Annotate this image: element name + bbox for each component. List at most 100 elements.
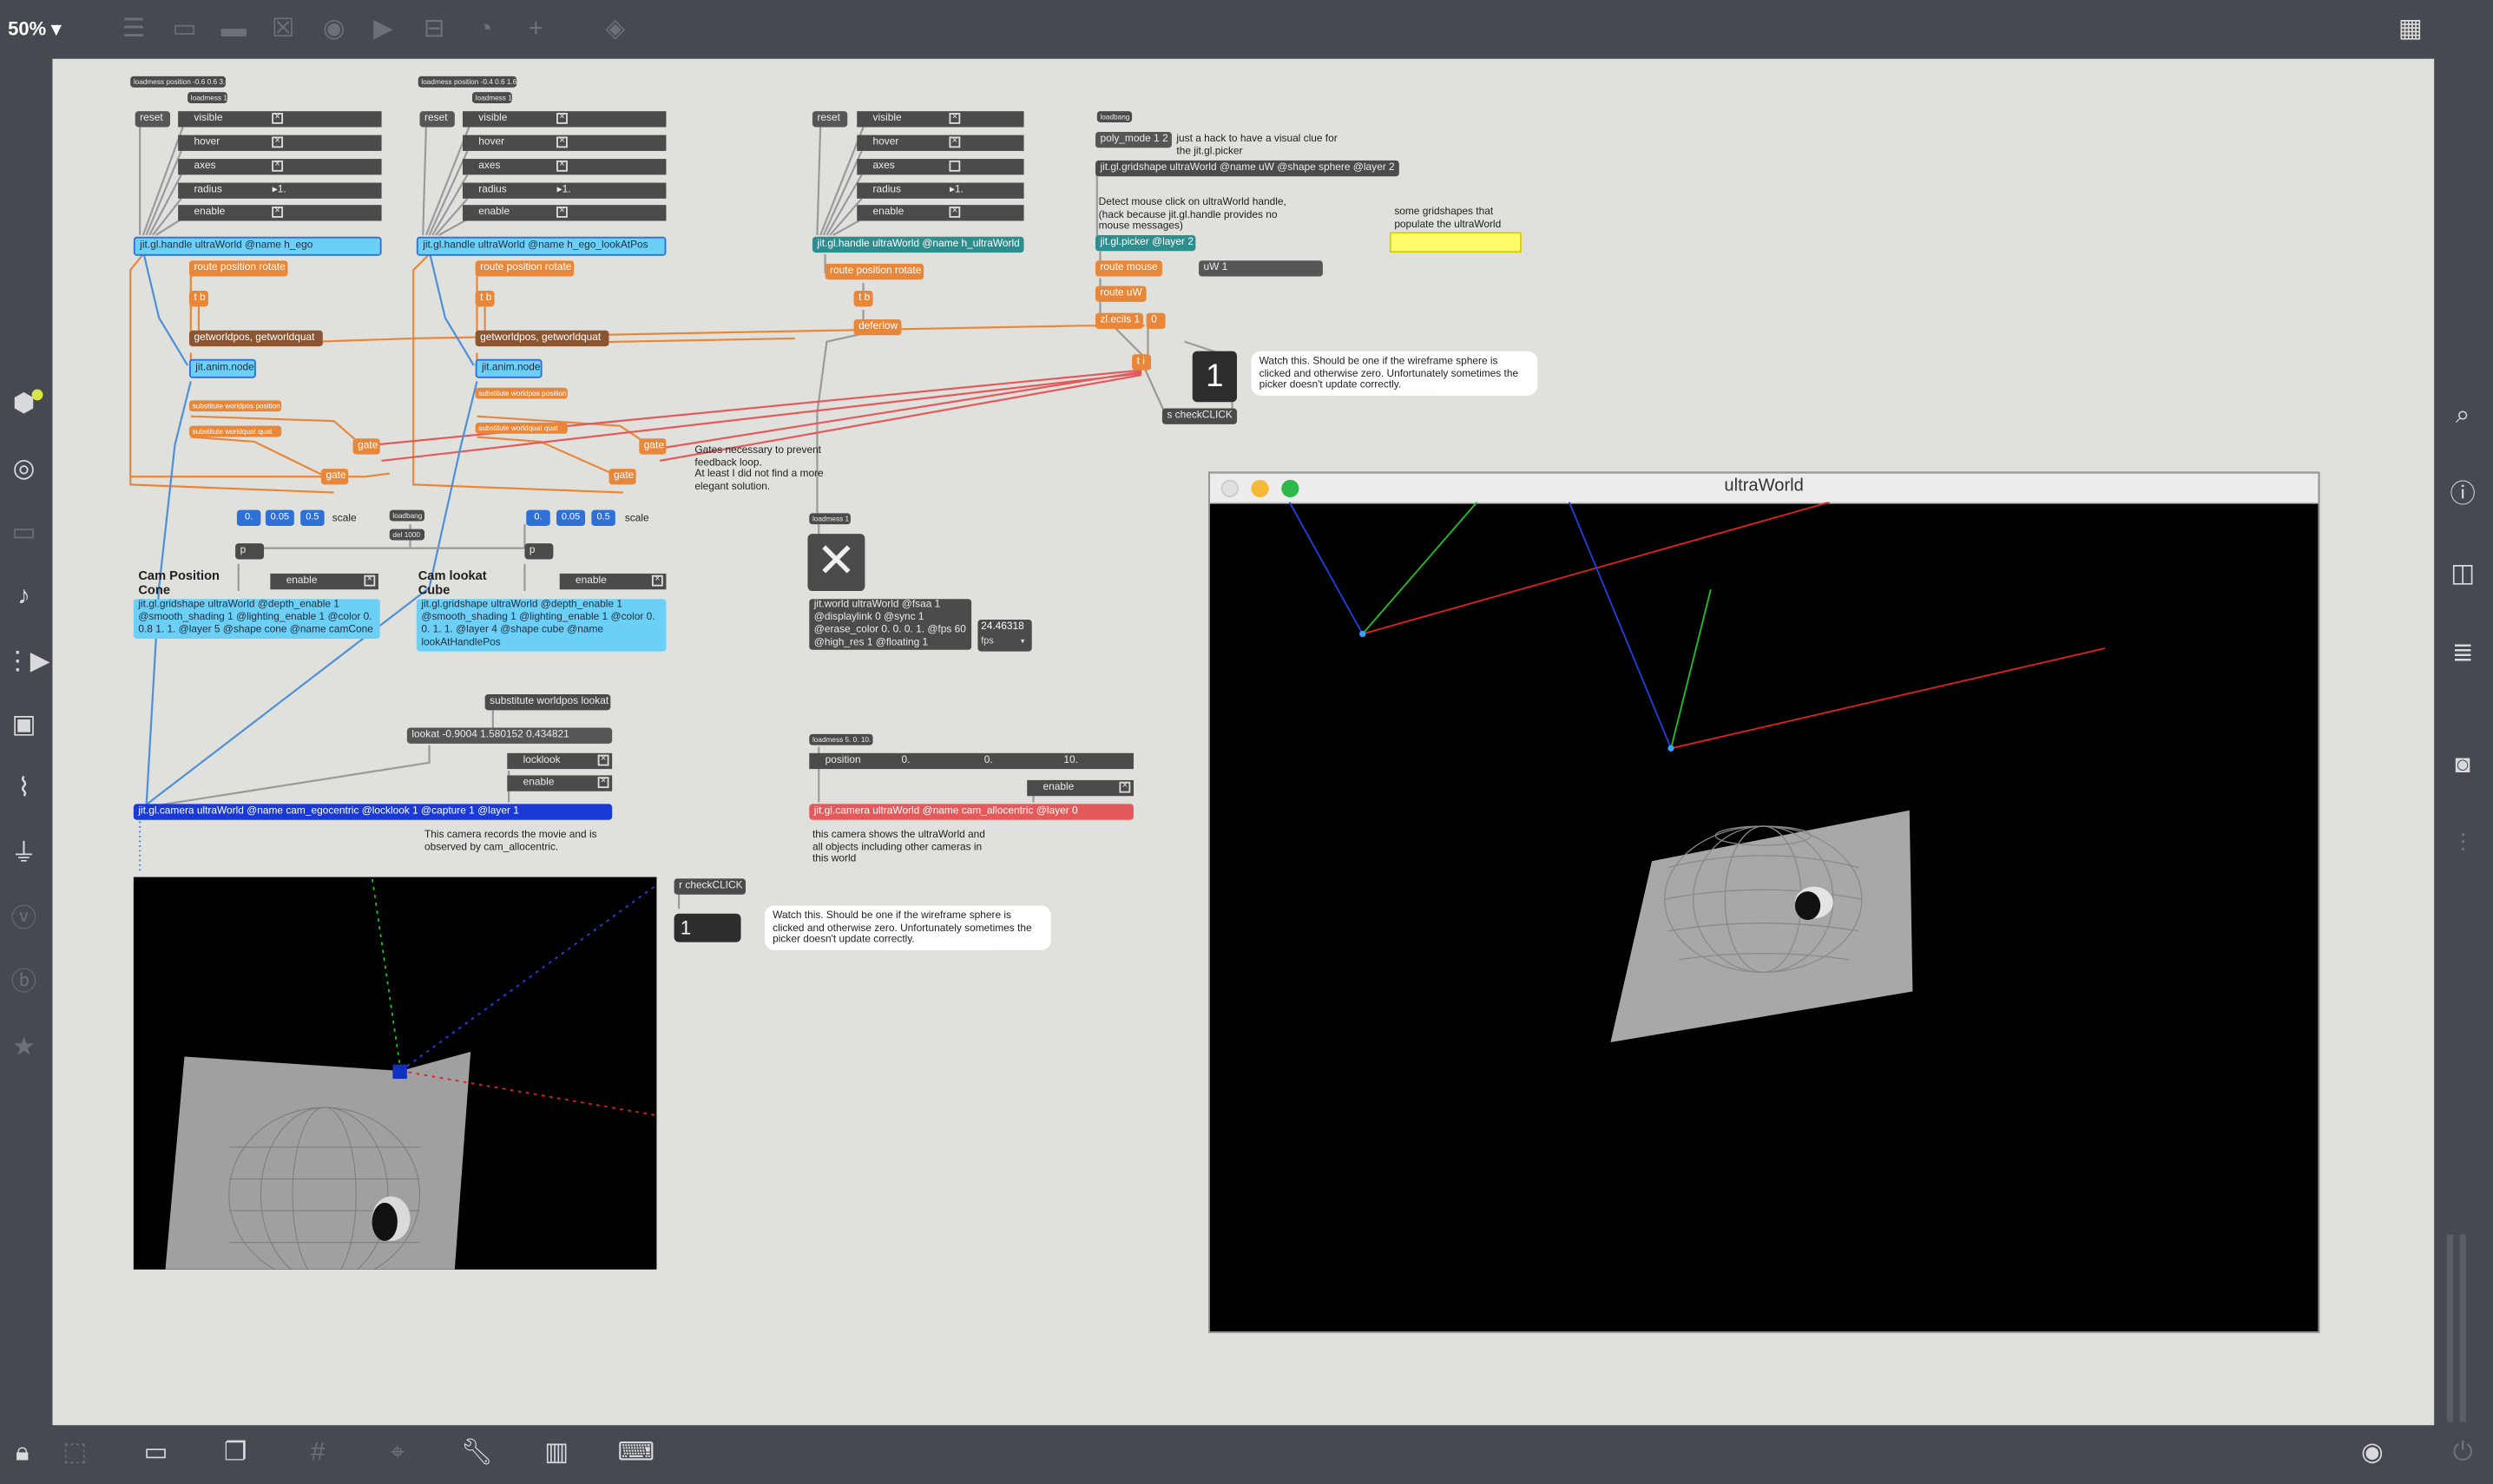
cone-enable-row[interactable]: enable × bbox=[270, 573, 378, 590]
attr-row-axes-1[interactable]: axes × bbox=[178, 159, 382, 175]
attr-toggle[interactable]: × bbox=[949, 112, 961, 124]
camera-enable-row[interactable]: enable × bbox=[507, 775, 613, 791]
attr-row-radius-1[interactable]: radius ▸1. bbox=[178, 182, 382, 199]
substitute-pos-1[interactable]: substitute worldpos position bbox=[188, 400, 282, 412]
substitute-quat-1[interactable]: substitute worldquat quat bbox=[188, 425, 282, 437]
click-count-number[interactable]: 1 bbox=[1192, 351, 1237, 403]
cube-enable-row[interactable]: enable × bbox=[559, 573, 667, 590]
attr-toggle[interactable]: × bbox=[597, 754, 609, 766]
route-object-2[interactable]: route position rotate bbox=[475, 260, 575, 277]
trigger-object-1[interactable]: t b bbox=[188, 291, 208, 307]
attr-number[interactable]: ▸1. bbox=[273, 183, 286, 199]
attr-toggle[interactable]: × bbox=[364, 575, 376, 587]
attr-toggle[interactable]: × bbox=[556, 136, 568, 148]
attr-toggle[interactable]: × bbox=[272, 160, 284, 172]
loadmess-1-b[interactable]: loadmess 1 bbox=[471, 92, 512, 104]
getworld-message-2[interactable]: getworldpos, getworldquat bbox=[475, 330, 609, 347]
attr-row-axes-3[interactable]: axes bbox=[857, 159, 1024, 175]
loadbang-object-main[interactable]: loadbang bbox=[389, 509, 425, 522]
gate-1b[interactable]: gate bbox=[320, 469, 349, 485]
world-toggle-button[interactable]: ✕ bbox=[807, 534, 865, 592]
picker-object[interactable]: jit.gl.picker @layer 2 bbox=[1095, 234, 1196, 252]
attr-row-visible-2[interactable]: visible × bbox=[462, 111, 667, 128]
loadmess-1-a[interactable]: loadmess 1 bbox=[187, 92, 227, 104]
cone-gridshape-object[interactable]: jit.gl.gridshape ultraWorld @depth_enabl… bbox=[133, 599, 380, 639]
attr-toggle[interactable]: × bbox=[556, 112, 568, 124]
gate-2a[interactable]: gate bbox=[639, 438, 667, 455]
attr-toggle[interactable]: × bbox=[556, 207, 568, 218]
reset-message-1[interactable]: reset bbox=[135, 111, 170, 128]
position-z[interactable]: 10. bbox=[1063, 753, 1078, 769]
allo-position-row[interactable]: position 0. 0. 10. bbox=[809, 752, 1134, 770]
attr-row-enable-1[interactable]: enable × bbox=[178, 205, 382, 221]
attr-row-axes-2[interactable]: axes × bbox=[462, 159, 667, 175]
loadmess-position-2[interactable]: loadmess position -0.4 0.6 1.6 bbox=[418, 76, 517, 88]
loadmess-world[interactable]: loadmess 1 bbox=[809, 513, 851, 525]
attr-number[interactable]: ▸1. bbox=[950, 183, 964, 199]
attr-toggle[interactable]: × bbox=[272, 136, 284, 148]
anim-node-1[interactable]: jit.anim.node bbox=[188, 358, 256, 378]
cube-p-object[interactable]: p bbox=[524, 543, 554, 560]
position-y[interactable]: 0. bbox=[984, 753, 993, 769]
trigger-object-2[interactable]: t b bbox=[475, 291, 495, 307]
cone-number-0[interactable]: 0. bbox=[236, 509, 261, 526]
cube-number-0[interactable]: 0. bbox=[526, 509, 550, 526]
route-object-1[interactable]: route position rotate bbox=[188, 260, 288, 277]
anim-node-2[interactable]: jit.anim.node bbox=[475, 358, 543, 378]
sphere-gridshape-object[interactable]: jit.gl.gridshape ultraWorld @name uW @sh… bbox=[1095, 160, 1399, 177]
deferlow-object[interactable]: deferlow bbox=[853, 318, 902, 336]
attr-toggle[interactable]: × bbox=[597, 777, 609, 789]
attr-toggle[interactable]: × bbox=[272, 207, 284, 218]
gate-2b[interactable]: gate bbox=[608, 469, 636, 485]
attr-row-visible-1[interactable]: visible × bbox=[178, 111, 382, 128]
zl-object[interactable]: zl.ecils 1 bbox=[1095, 312, 1143, 329]
attr-row-hover-3[interactable]: hover × bbox=[857, 135, 1024, 151]
attr-toggle[interactable]: × bbox=[651, 575, 663, 587]
loadmess-allo-position[interactable]: loadmess 5. 0. 10. bbox=[809, 733, 873, 745]
handle-object-1[interactable]: jit.gl.handle ultraWorld @name h_ego bbox=[133, 236, 382, 256]
fps-menu[interactable]: fps bbox=[981, 637, 994, 647]
receive-count-number[interactable]: 1 bbox=[674, 913, 741, 942]
egocentric-render-view[interactable] bbox=[133, 877, 657, 1270]
cube-number-2[interactable]: 0.5 bbox=[591, 509, 615, 526]
position-x[interactable]: 0. bbox=[902, 753, 911, 769]
substitute-lookat-object[interactable]: substitute worldpos lookat bbox=[484, 694, 611, 711]
loadbang-object-picker[interactable]: loadbang bbox=[1096, 111, 1133, 122]
route-uw-object[interactable]: route uW bbox=[1095, 286, 1147, 302]
attr-row-hover-1[interactable]: hover × bbox=[178, 135, 382, 151]
attr-toggle[interactable]: × bbox=[1119, 781, 1131, 793]
ego-camera-object[interactable]: jit.gl.camera ultraWorld @name cam_egoce… bbox=[133, 804, 613, 820]
handle-object-2[interactable]: jit.gl.handle ultraWorld @name h_ego_loo… bbox=[416, 236, 667, 256]
attr-toggle[interactable]: × bbox=[556, 160, 568, 172]
attr-row-radius-2[interactable]: radius ▸1. bbox=[462, 182, 667, 199]
reset-message-3[interactable]: reset bbox=[812, 111, 848, 128]
cube-gridshape-object[interactable]: jit.gl.gridshape ultraWorld @depth_enabl… bbox=[416, 599, 667, 652]
cube-number-1[interactable]: 0.05 bbox=[556, 509, 586, 526]
attr-row-visible-3[interactable]: visible × bbox=[857, 111, 1024, 128]
attr-toggle[interactable]: × bbox=[272, 112, 284, 124]
gate-1a[interactable]: gate bbox=[352, 438, 380, 455]
attr-row-enable-2[interactable]: enable × bbox=[462, 205, 667, 221]
handle-object-3[interactable]: jit.gl.handle ultraWorld @name h_ultraWo… bbox=[812, 236, 1024, 253]
uw-message[interactable]: uW 1 bbox=[1199, 260, 1323, 277]
poly-mode-message[interactable]: poly_mode 1 2 bbox=[1095, 131, 1172, 148]
attr-number[interactable]: ▸1. bbox=[557, 183, 571, 199]
send-checkclick[interactable]: s checkCLICK bbox=[1161, 408, 1237, 424]
attr-toggle[interactable] bbox=[949, 160, 961, 172]
ultraworld-window[interactable]: ultraWorld bbox=[1208, 471, 2320, 1334]
allo-enable-row[interactable]: enable × bbox=[1027, 779, 1134, 797]
cone-number-1[interactable]: 0.05 bbox=[265, 509, 294, 526]
substitute-pos-2[interactable]: substitute worldpos position bbox=[475, 387, 568, 399]
cone-number-2[interactable]: 0.5 bbox=[300, 509, 325, 526]
receive-checkclick[interactable]: r checkCLICK bbox=[674, 878, 747, 895]
attr-row-radius-3[interactable]: radius ▸1. bbox=[857, 182, 1024, 199]
attr-row-enable-3[interactable]: enable × bbox=[857, 205, 1024, 221]
route-object-3[interactable]: route position rotate bbox=[825, 263, 924, 280]
route-mouse-object[interactable]: route mouse bbox=[1095, 260, 1162, 277]
cone-p-object[interactable]: p bbox=[235, 543, 265, 560]
reset-message-2[interactable]: reset bbox=[419, 111, 455, 128]
loadmess-position-1[interactable]: loadmess position -0.6 0.6 3.6 bbox=[130, 76, 227, 88]
getworld-message-1[interactable]: getworldpos, getworldquat bbox=[188, 330, 323, 347]
zero-object[interactable]: 0 bbox=[1146, 312, 1166, 329]
allo-camera-object[interactable]: jit.gl.camera ultraWorld @name cam_alloc… bbox=[809, 804, 1134, 820]
